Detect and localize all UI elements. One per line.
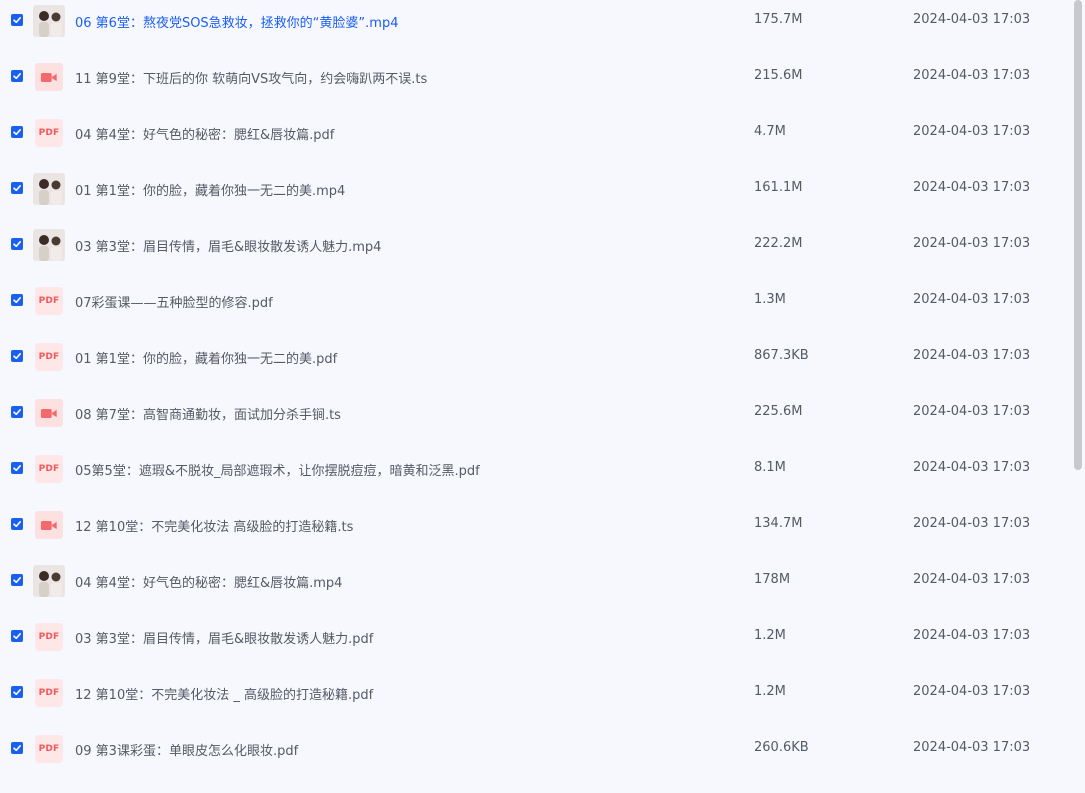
file-size: 1.2M xyxy=(754,684,786,699)
pdf-file-icon: PDF xyxy=(35,735,63,763)
file-date: 2024-04-03 17:03 xyxy=(913,628,1031,643)
file-date: 2024-04-03 17:03 xyxy=(913,460,1031,475)
checkbox-checked-icon[interactable] xyxy=(11,686,23,698)
pdf-file-icon: PDF xyxy=(35,287,63,315)
pdf-badge-label: PDF xyxy=(38,632,60,642)
checkbox-checked-icon[interactable] xyxy=(11,294,23,306)
pdf-badge-label: PDF xyxy=(38,744,60,754)
file-row[interactable]: 08 第7堂：高智商通勤妆，面试加分杀手锏.ts 225.6M 2024-04-… xyxy=(0,392,1070,448)
video-thumbnail xyxy=(33,173,65,205)
file-name[interactable]: 01 第1堂：你的脸，藏着你独一无二的美.pdf xyxy=(75,348,337,367)
file-size: 178M xyxy=(754,572,791,587)
file-row[interactable]: PDF 03 第3堂：眉目传情，眉毛&眼妆散发诱人魅力.pdf 1.2M 202… xyxy=(0,616,1070,672)
file-date: 2024-04-03 17:03 xyxy=(913,348,1031,363)
video-thumbnail xyxy=(33,565,65,597)
file-name[interactable]: 03 第3堂：眉目传情，眉毛&眼妆散发诱人魅力.mp4 xyxy=(75,236,381,255)
file-size: 222.2M xyxy=(754,236,803,251)
file-date: 2024-04-03 17:03 xyxy=(913,292,1031,307)
file-row[interactable]: 03 第3堂：眉目传情，眉毛&眼妆散发诱人魅力.mp4 222.2M 2024-… xyxy=(0,224,1070,280)
pdf-badge-label: PDF xyxy=(38,464,60,474)
file-name[interactable]: 12 第10堂：不完美化妆法 _ 高级脸的打造秘籍.pdf xyxy=(75,684,373,703)
pdf-badge-label: PDF xyxy=(38,688,60,698)
file-size: 4.7M xyxy=(754,124,786,139)
file-size: 161.1M xyxy=(754,180,803,195)
pdf-file-icon: PDF xyxy=(35,343,63,371)
file-date: 2024-04-03 17:03 xyxy=(913,404,1031,419)
file-name[interactable]: 12 第10堂：不完美化妆法 高级脸的打造秘籍.ts xyxy=(75,516,353,535)
file-list: 06 第6堂：熬夜党SOS急救妆，拯救你的“黄脸婆”.mp4 175.7M 20… xyxy=(0,0,1085,793)
file-date: 2024-04-03 17:03 xyxy=(913,236,1031,251)
pdf-badge-label: PDF xyxy=(38,296,60,306)
file-date: 2024-04-03 17:03 xyxy=(913,124,1031,139)
file-row[interactable]: PDF 04 第4堂：好气色的秘密：腮红&唇妆篇.pdf 4.7M 2024-0… xyxy=(0,112,1070,168)
pdf-file-icon: PDF xyxy=(35,623,63,651)
file-row[interactable]: PDF 05第5堂：遮瑕&不脱妆_局部遮瑕术，让你摆脱痘痘，暗黄和泛黑.pdf … xyxy=(0,448,1070,504)
scrollbar-thumb[interactable] xyxy=(1074,0,1082,470)
pdf-badge-label: PDF xyxy=(38,352,60,362)
file-row[interactable]: 11 第9堂：下班后的你 软萌向VS攻气向，约会嗨趴两不误.ts 215.6M … xyxy=(0,56,1070,112)
checkbox-checked-icon[interactable] xyxy=(11,126,23,138)
file-row[interactable]: PDF 01 第1堂：你的脸，藏着你独一无二的美.pdf 867.3KB 202… xyxy=(0,336,1070,392)
checkbox-checked-icon[interactable] xyxy=(11,630,23,642)
file-name[interactable]: 06 第6堂：熬夜党SOS急救妆，拯救你的“黄脸婆”.mp4 xyxy=(75,12,398,31)
pdf-file-icon: PDF xyxy=(35,679,63,707)
file-row[interactable]: PDF 12 第10堂：不完美化妆法 _ 高级脸的打造秘籍.pdf 1.2M 2… xyxy=(0,672,1070,728)
file-size: 8.1M xyxy=(754,460,786,475)
file-size: 1.3M xyxy=(754,292,786,307)
file-date: 2024-04-03 17:03 xyxy=(913,180,1031,195)
checkbox-checked-icon[interactable] xyxy=(11,742,23,754)
file-date: 2024-04-03 17:03 xyxy=(913,12,1031,27)
video-camera-icon xyxy=(35,399,63,427)
file-date: 2024-04-03 17:03 xyxy=(913,572,1031,587)
file-name[interactable]: 08 第7堂：高智商通勤妆，面试加分杀手锏.ts xyxy=(75,404,341,423)
file-row[interactable]: 04 第4堂：好气色的秘密：腮红&唇妆篇.mp4 178M 2024-04-03… xyxy=(0,560,1070,616)
checkbox-checked-icon[interactable] xyxy=(11,14,23,26)
file-size: 134.7M xyxy=(754,516,803,531)
file-row[interactable]: 01 第1堂：你的脸，藏着你独一无二的美.mp4 161.1M 2024-04-… xyxy=(0,168,1070,224)
file-name[interactable]: 01 第1堂：你的脸，藏着你独一无二的美.mp4 xyxy=(75,180,345,199)
video-camera-icon xyxy=(35,511,63,539)
file-name[interactable]: 09 第3课彩蛋：单眼皮怎么化眼妆.pdf xyxy=(75,740,298,759)
file-size: 175.7M xyxy=(754,12,803,27)
scrollbar[interactable] xyxy=(1073,0,1085,793)
file-row[interactable]: PDF 09 第3课彩蛋：单眼皮怎么化眼妆.pdf 260.6KB 2024-0… xyxy=(0,728,1070,784)
checkbox-checked-icon[interactable] xyxy=(11,238,23,250)
file-row[interactable]: 12 第10堂：不完美化妆法 高级脸的打造秘籍.ts 134.7M 2024-0… xyxy=(0,504,1070,560)
file-size: 1.2M xyxy=(754,628,786,643)
file-name[interactable]: 04 第4堂：好气色的秘密：腮红&唇妆篇.mp4 xyxy=(75,572,342,591)
file-name[interactable]: 04 第4堂：好气色的秘密：腮红&唇妆篇.pdf xyxy=(75,124,334,143)
video-thumbnail xyxy=(33,5,65,37)
file-row[interactable]: PDF 07彩蛋课——五种脸型的修容.pdf 1.3M 2024-04-03 1… xyxy=(0,280,1070,336)
checkbox-checked-icon[interactable] xyxy=(11,350,23,362)
video-thumbnail xyxy=(33,229,65,261)
checkbox-checked-icon[interactable] xyxy=(11,518,23,530)
checkbox-checked-icon[interactable] xyxy=(11,406,23,418)
file-date: 2024-04-03 17:03 xyxy=(913,516,1031,531)
file-size: 260.6KB xyxy=(754,740,809,755)
video-camera-icon xyxy=(35,63,63,91)
pdf-file-icon: PDF xyxy=(35,455,63,483)
file-name[interactable]: 11 第9堂：下班后的你 软萌向VS攻气向，约会嗨趴两不误.ts xyxy=(75,68,427,87)
file-name[interactable]: 07彩蛋课——五种脸型的修容.pdf xyxy=(75,292,273,311)
checkbox-checked-icon[interactable] xyxy=(11,70,23,82)
file-date: 2024-04-03 17:03 xyxy=(913,684,1031,699)
pdf-badge-label: PDF xyxy=(38,128,60,138)
checkbox-checked-icon[interactable] xyxy=(11,462,23,474)
pdf-file-icon: PDF xyxy=(35,119,63,147)
file-name[interactable]: 03 第3堂：眉目传情，眉毛&眼妆散发诱人魅力.pdf xyxy=(75,628,373,647)
file-size: 215.6M xyxy=(754,68,803,83)
file-size: 225.6M xyxy=(754,404,803,419)
file-date: 2024-04-03 17:03 xyxy=(913,68,1031,83)
checkbox-checked-icon[interactable] xyxy=(11,574,23,586)
file-date: 2024-04-03 17:03 xyxy=(913,740,1031,755)
file-size: 867.3KB xyxy=(754,348,809,363)
file-name[interactable]: 05第5堂：遮瑕&不脱妆_局部遮瑕术，让你摆脱痘痘，暗黄和泛黑.pdf xyxy=(75,460,480,479)
file-row[interactable]: 06 第6堂：熬夜党SOS急救妆，拯救你的“黄脸婆”.mp4 175.7M 20… xyxy=(0,0,1070,56)
checkbox-checked-icon[interactable] xyxy=(11,182,23,194)
